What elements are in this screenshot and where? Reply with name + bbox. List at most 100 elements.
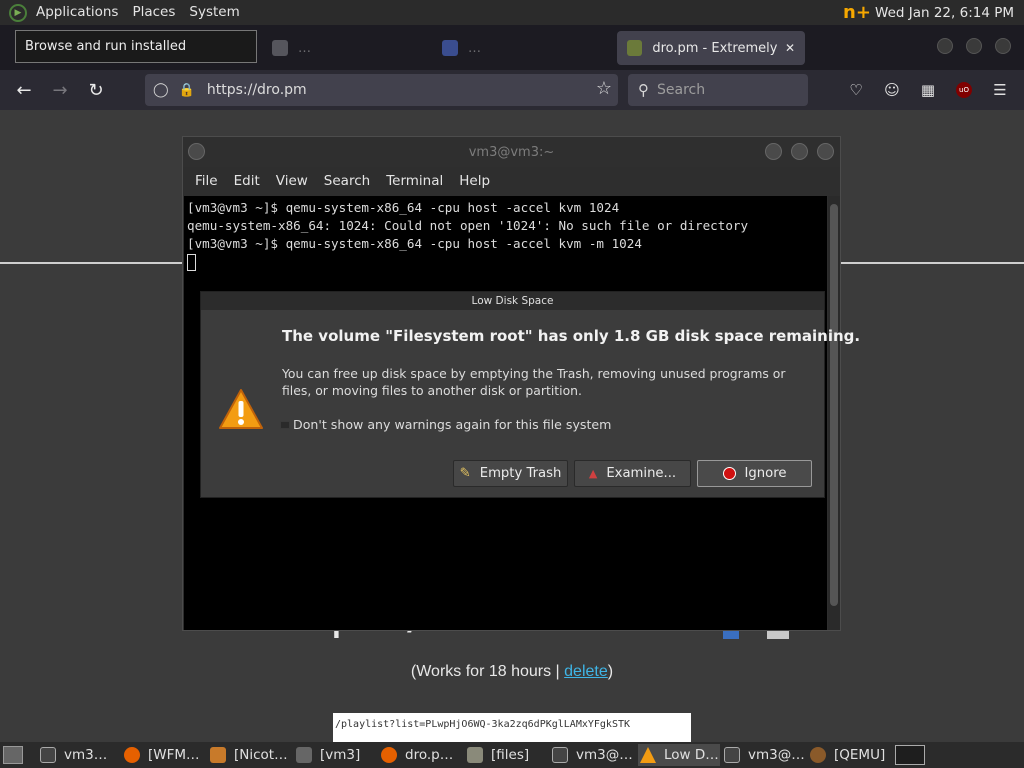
terminal-menu-search[interactable]: Search bbox=[316, 173, 378, 189]
taskbar-label: [Nicot… bbox=[234, 747, 288, 763]
tab-2[interactable]: … bbox=[432, 31, 612, 65]
taskbar-item[interactable]: [QEMU] bbox=[810, 744, 890, 766]
terminal-maximize-button[interactable] bbox=[791, 143, 808, 160]
taskbar-label: [WFM… bbox=[148, 747, 200, 763]
bookmark-star-icon[interactable]: ☆ bbox=[596, 78, 612, 99]
delete-link[interactable]: delete bbox=[564, 663, 608, 680]
terminal-line: qemu-system-x86_64: 1024: Could not open… bbox=[187, 218, 749, 233]
low-disk-space-dialog: Low Disk Space The volume "Filesystem ro… bbox=[200, 291, 860, 498]
terminal-titlebar[interactable]: vm3@vm3:~ bbox=[183, 137, 840, 167]
scrollbar-thumb[interactable] bbox=[830, 204, 838, 606]
tab-favicon-icon bbox=[627, 40, 643, 56]
pocket-icon[interactable]: ♡ bbox=[845, 79, 867, 101]
checkbox-label[interactable]: Don't show any warnings again for this f… bbox=[293, 417, 611, 432]
examine-button[interactable]: ▲ Examine... bbox=[574, 460, 691, 487]
clock[interactable]: Wed Jan 22, 6:14 PM bbox=[875, 5, 1024, 21]
url-text[interactable]: https://dro.pm bbox=[207, 82, 307, 98]
terminal-menu-help[interactable]: Help bbox=[451, 173, 498, 189]
checkbox-box[interactable] bbox=[280, 420, 290, 429]
taskbar-label: vm3@… bbox=[576, 747, 633, 763]
terminal-menu-file[interactable]: File bbox=[187, 173, 226, 189]
search-icon: ⚲ bbox=[638, 81, 649, 99]
taskbar-item[interactable]: [Nicot… bbox=[210, 744, 292, 766]
dont-show-checkbox[interactable]: Don't show any warnings again for this f… bbox=[280, 417, 611, 432]
workspace-switcher[interactable] bbox=[895, 745, 925, 765]
tab-favicon-icon bbox=[272, 40, 288, 56]
expiry-prefix: (Works for 18 hours | bbox=[410, 663, 565, 680]
tab-label: … bbox=[468, 40, 481, 56]
taskbar-item[interactable]: dro.p… bbox=[381, 744, 463, 766]
menu-places[interactable]: Places bbox=[125, 0, 182, 25]
tracking-shield-icon[interactable]: ◯ bbox=[153, 82, 169, 98]
extensions-icon[interactable]: ▦ bbox=[917, 79, 939, 101]
back-button[interactable]: ← bbox=[9, 75, 39, 105]
taskbar-item[interactable]: [vm3] bbox=[296, 744, 376, 766]
dialog-heading: The volume "Filesystem root" has only 1.… bbox=[282, 327, 861, 345]
taskbar-item[interactable]: vm3… bbox=[40, 744, 120, 766]
taskbar-label: dro.p… bbox=[405, 747, 454, 763]
terminal-line: [vm3@vm3 ~]$ qemu-system-x86_64 -cpu hos… bbox=[187, 236, 642, 251]
tab-favicon-icon bbox=[442, 40, 458, 56]
taskbar-label: [files] bbox=[491, 747, 530, 763]
dialog-title[interactable]: Low Disk Space bbox=[201, 292, 824, 310]
expiry-text: (Works for 18 hours | delete) bbox=[0, 663, 1024, 681]
taskbar-item[interactable]: vm3@… bbox=[724, 744, 806, 766]
terminal-menu-edit[interactable]: Edit bbox=[226, 173, 268, 189]
terminal-icon bbox=[40, 747, 56, 763]
ignore-button[interactable]: Ignore bbox=[697, 460, 812, 487]
ignore-label: Ignore bbox=[744, 466, 787, 481]
taskbar-label: [vm3] bbox=[320, 747, 361, 763]
menu-applications[interactable]: Applications bbox=[29, 0, 125, 25]
taskbar-item[interactable]: [files] bbox=[467, 744, 547, 766]
terminal-line: [vm3@vm3 ~]$ qemu-system-x86_64 -cpu hos… bbox=[187, 200, 620, 215]
lock-icon[interactable]: 🔒 bbox=[179, 83, 195, 98]
search-input[interactable]: ⚲ Search bbox=[628, 74, 808, 106]
tab-label: dro.pm - Extremely Si bbox=[652, 40, 779, 56]
tab-label: … bbox=[298, 40, 311, 56]
menu-system[interactable]: System bbox=[182, 0, 246, 25]
terminal-menu-terminal[interactable]: Terminal bbox=[378, 173, 451, 189]
window-minimize-button[interactable] bbox=[937, 38, 953, 54]
warning-icon bbox=[218, 388, 264, 434]
browser-nav-bar: ← → ↻ ◯ 🔒 https://dro.pm ☆ ⚲ Search ♡ ☺ … bbox=[0, 70, 1024, 110]
forward-button[interactable]: → bbox=[45, 75, 75, 105]
terminal-scrollbar[interactable] bbox=[828, 196, 840, 630]
taskbar-label: vm3… bbox=[64, 747, 108, 763]
terminal-minimize-button[interactable] bbox=[765, 143, 782, 160]
terminal-close-button[interactable] bbox=[817, 143, 834, 160]
window-icon bbox=[296, 747, 312, 763]
link-target-field[interactable]: /playlist?list=PLwpHjO6WQ-3ka2zq6dPKglLA… bbox=[333, 713, 691, 743]
reload-button[interactable]: ↻ bbox=[81, 75, 111, 105]
taskbar-item[interactable]: [WFM… bbox=[124, 744, 206, 766]
tab-dro-pm[interactable]: dro.pm - Extremely Si ✕ bbox=[617, 31, 805, 65]
firefox-icon bbox=[381, 747, 397, 763]
bottom-taskbar: vm3… [WFM… [Nicot… [vm3] dro.p… [files] … bbox=[0, 742, 1024, 768]
qemu-icon bbox=[810, 747, 826, 763]
tray-app-icon[interactable]: n+ bbox=[843, 2, 871, 24]
hamburger-menu-icon[interactable]: ☰ bbox=[989, 79, 1011, 101]
expiry-suffix: ) bbox=[607, 663, 614, 680]
taskbar-label: vm3@… bbox=[748, 747, 805, 763]
taskbar-label: [QEMU] bbox=[834, 747, 886, 763]
distro-logo-icon[interactable]: ▶ bbox=[9, 3, 27, 22]
terminal-icon bbox=[724, 747, 740, 763]
empty-trash-label: Empty Trash bbox=[479, 466, 562, 481]
terminal-menubar: File Edit View Search Terminal Help bbox=[183, 167, 840, 195]
window-maximize-button[interactable] bbox=[966, 38, 982, 54]
dialog-body: You can free up disk space by emptying t… bbox=[282, 366, 786, 398]
show-desktop-button[interactable] bbox=[3, 746, 23, 764]
account-icon[interactable]: ☺ bbox=[881, 79, 903, 101]
terminal-cursor bbox=[187, 254, 196, 271]
taskbar-item[interactable]: vm3@… bbox=[552, 744, 634, 766]
search-placeholder: Search bbox=[657, 82, 706, 98]
url-bar[interactable]: ◯ 🔒 https://dro.pm ☆ bbox=[145, 74, 618, 106]
terminal-icon bbox=[552, 747, 568, 763]
ublock-icon[interactable]: uO bbox=[953, 79, 975, 101]
taskbar-item-active[interactable]: Low D… bbox=[638, 744, 720, 766]
terminal-menu-view[interactable]: View bbox=[268, 173, 316, 189]
tab-1[interactable]: … bbox=[262, 31, 422, 65]
examine-label: Examine... bbox=[606, 466, 677, 481]
tab-close-icon[interactable]: ✕ bbox=[785, 41, 795, 55]
window-close-button[interactable] bbox=[995, 38, 1011, 54]
empty-trash-button[interactable]: ✎ Empty Trash bbox=[453, 460, 568, 487]
